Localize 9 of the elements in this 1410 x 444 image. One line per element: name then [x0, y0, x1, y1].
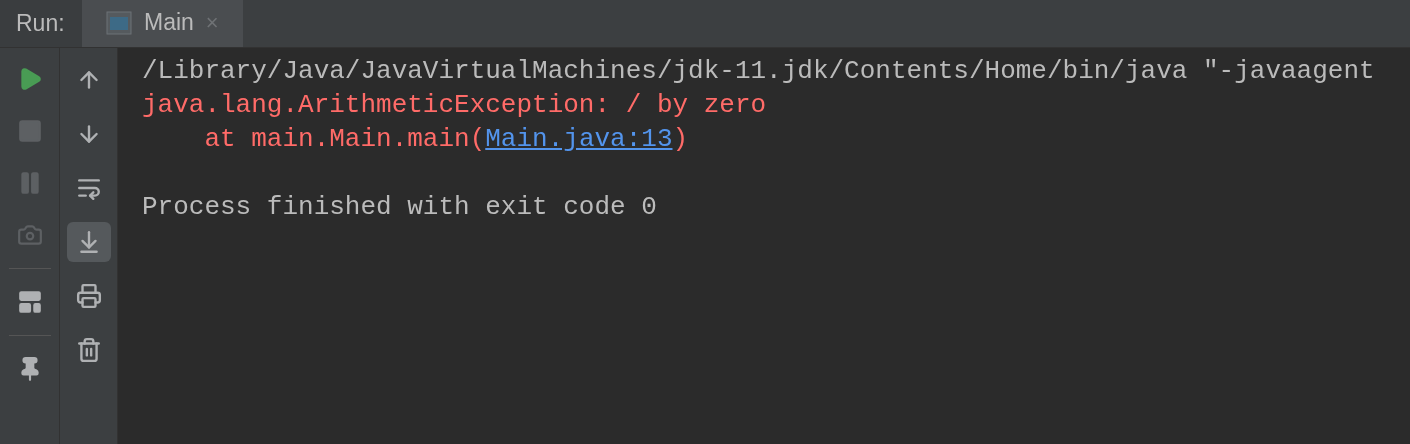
console-line: at main.Main.main(Main.java:13) — [203, 123, 690, 156]
console-line: java.lang.ArithmeticException: / by zero — [142, 89, 768, 122]
tab-title: Main — [144, 8, 194, 38]
scroll-to-end-icon[interactable] — [66, 222, 111, 262]
run-tab[interactable]: Main × — [82, 0, 243, 47]
console-line: Process finished with exit code 0 — [142, 191, 658, 224]
source-link[interactable]: Main.java:13 — [485, 124, 673, 154]
window-icon — [106, 10, 132, 35]
console-line: /Library/Java/JavaVirtualMachines/jdk-11.jdk/Contents/Home/bin/java "-javaagent — [142, 55, 1376, 88]
